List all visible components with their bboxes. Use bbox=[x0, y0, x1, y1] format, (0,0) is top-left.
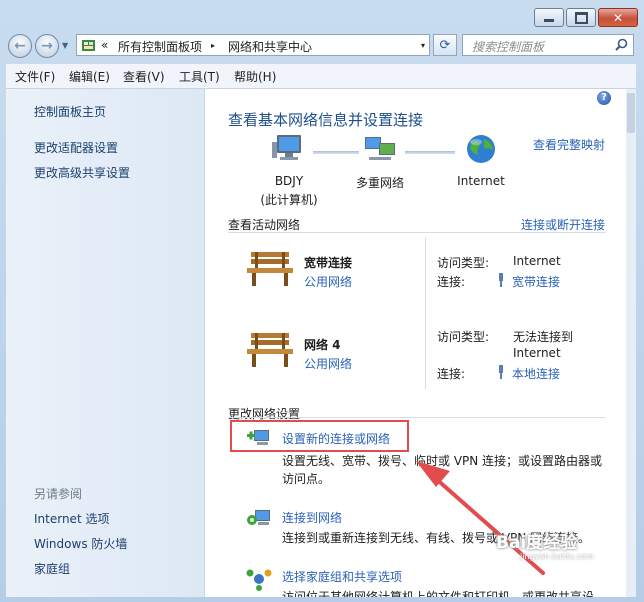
menu-help[interactable]: 帮助(H) bbox=[234, 68, 276, 85]
refresh-button[interactable]: ⟳ bbox=[433, 34, 457, 56]
annotation-arrow-icon bbox=[416, 461, 545, 575]
forward-button[interactable]: → bbox=[35, 34, 59, 58]
title-bar: ✕ bbox=[0, 0, 644, 30]
scrollbar[interactable] bbox=[626, 89, 636, 597]
minimize-icon bbox=[535, 9, 563, 26]
minimize-button[interactable] bbox=[534, 8, 564, 27]
breadcrumb-all-control-panel-items[interactable]: 所有控制面板项 bbox=[118, 38, 202, 55]
back-arrow-icon: ← bbox=[14, 38, 26, 54]
navigation-bar: ← → ▼ « 所有控制面板项 ▸ 网络和共享中心 ▾ ⟳ 搜索控制面板 bbox=[0, 30, 644, 62]
maximize-button[interactable] bbox=[566, 8, 596, 27]
breadcrumb-overflow[interactable]: « bbox=[101, 38, 108, 52]
control-panel-icon bbox=[82, 40, 95, 51]
search-icon[interactable] bbox=[615, 38, 628, 51]
refresh-icon: ⟳ bbox=[439, 37, 451, 53]
menu-view[interactable]: 查看(V) bbox=[123, 68, 165, 85]
back-button[interactable]: ← bbox=[8, 34, 32, 58]
menu-edit[interactable]: 编辑(E) bbox=[69, 68, 110, 85]
menu-tools[interactable]: 工具(T) bbox=[179, 68, 220, 85]
breadcrumb-separator[interactable]: ▸ bbox=[211, 41, 215, 50]
menu-bar: 文件(F) 编辑(E) 查看(V) 工具(T) 帮助(H) bbox=[6, 64, 636, 89]
window: ✕ ← → ▼ « 所有控制面板项 ▸ 网络和共享中心 ▾ ⟳ 搜索控制面板 文… bbox=[0, 0, 644, 602]
close-icon: ✕ bbox=[612, 10, 624, 25]
address-bar[interactable]: « 所有控制面板项 ▸ 网络和共享中心 ▾ bbox=[76, 34, 430, 56]
maximize-icon bbox=[567, 9, 595, 26]
close-button[interactable]: ✕ bbox=[598, 8, 638, 27]
breadcrumb-network-sharing-center[interactable]: 网络和共享中心 bbox=[228, 38, 312, 55]
search-box[interactable]: 搜索控制面板 bbox=[462, 34, 634, 56]
address-dropdown-icon[interactable]: ▾ bbox=[421, 41, 425, 50]
search-placeholder: 搜索控制面板 bbox=[472, 40, 545, 54]
content-area: 控制面板主页 更改适配器设置 更改高级共享设置 另请参阅 Internet 选项… bbox=[6, 89, 636, 597]
menu-file[interactable]: 文件(F) bbox=[15, 68, 55, 85]
watermark-logo: Bai度经验 bbox=[496, 533, 578, 553]
recent-pages-dropdown-icon[interactable]: ▼ bbox=[62, 41, 68, 50]
watermark-url: jingyan.baidu.com bbox=[520, 552, 594, 561]
forward-arrow-icon: → bbox=[41, 38, 53, 54]
